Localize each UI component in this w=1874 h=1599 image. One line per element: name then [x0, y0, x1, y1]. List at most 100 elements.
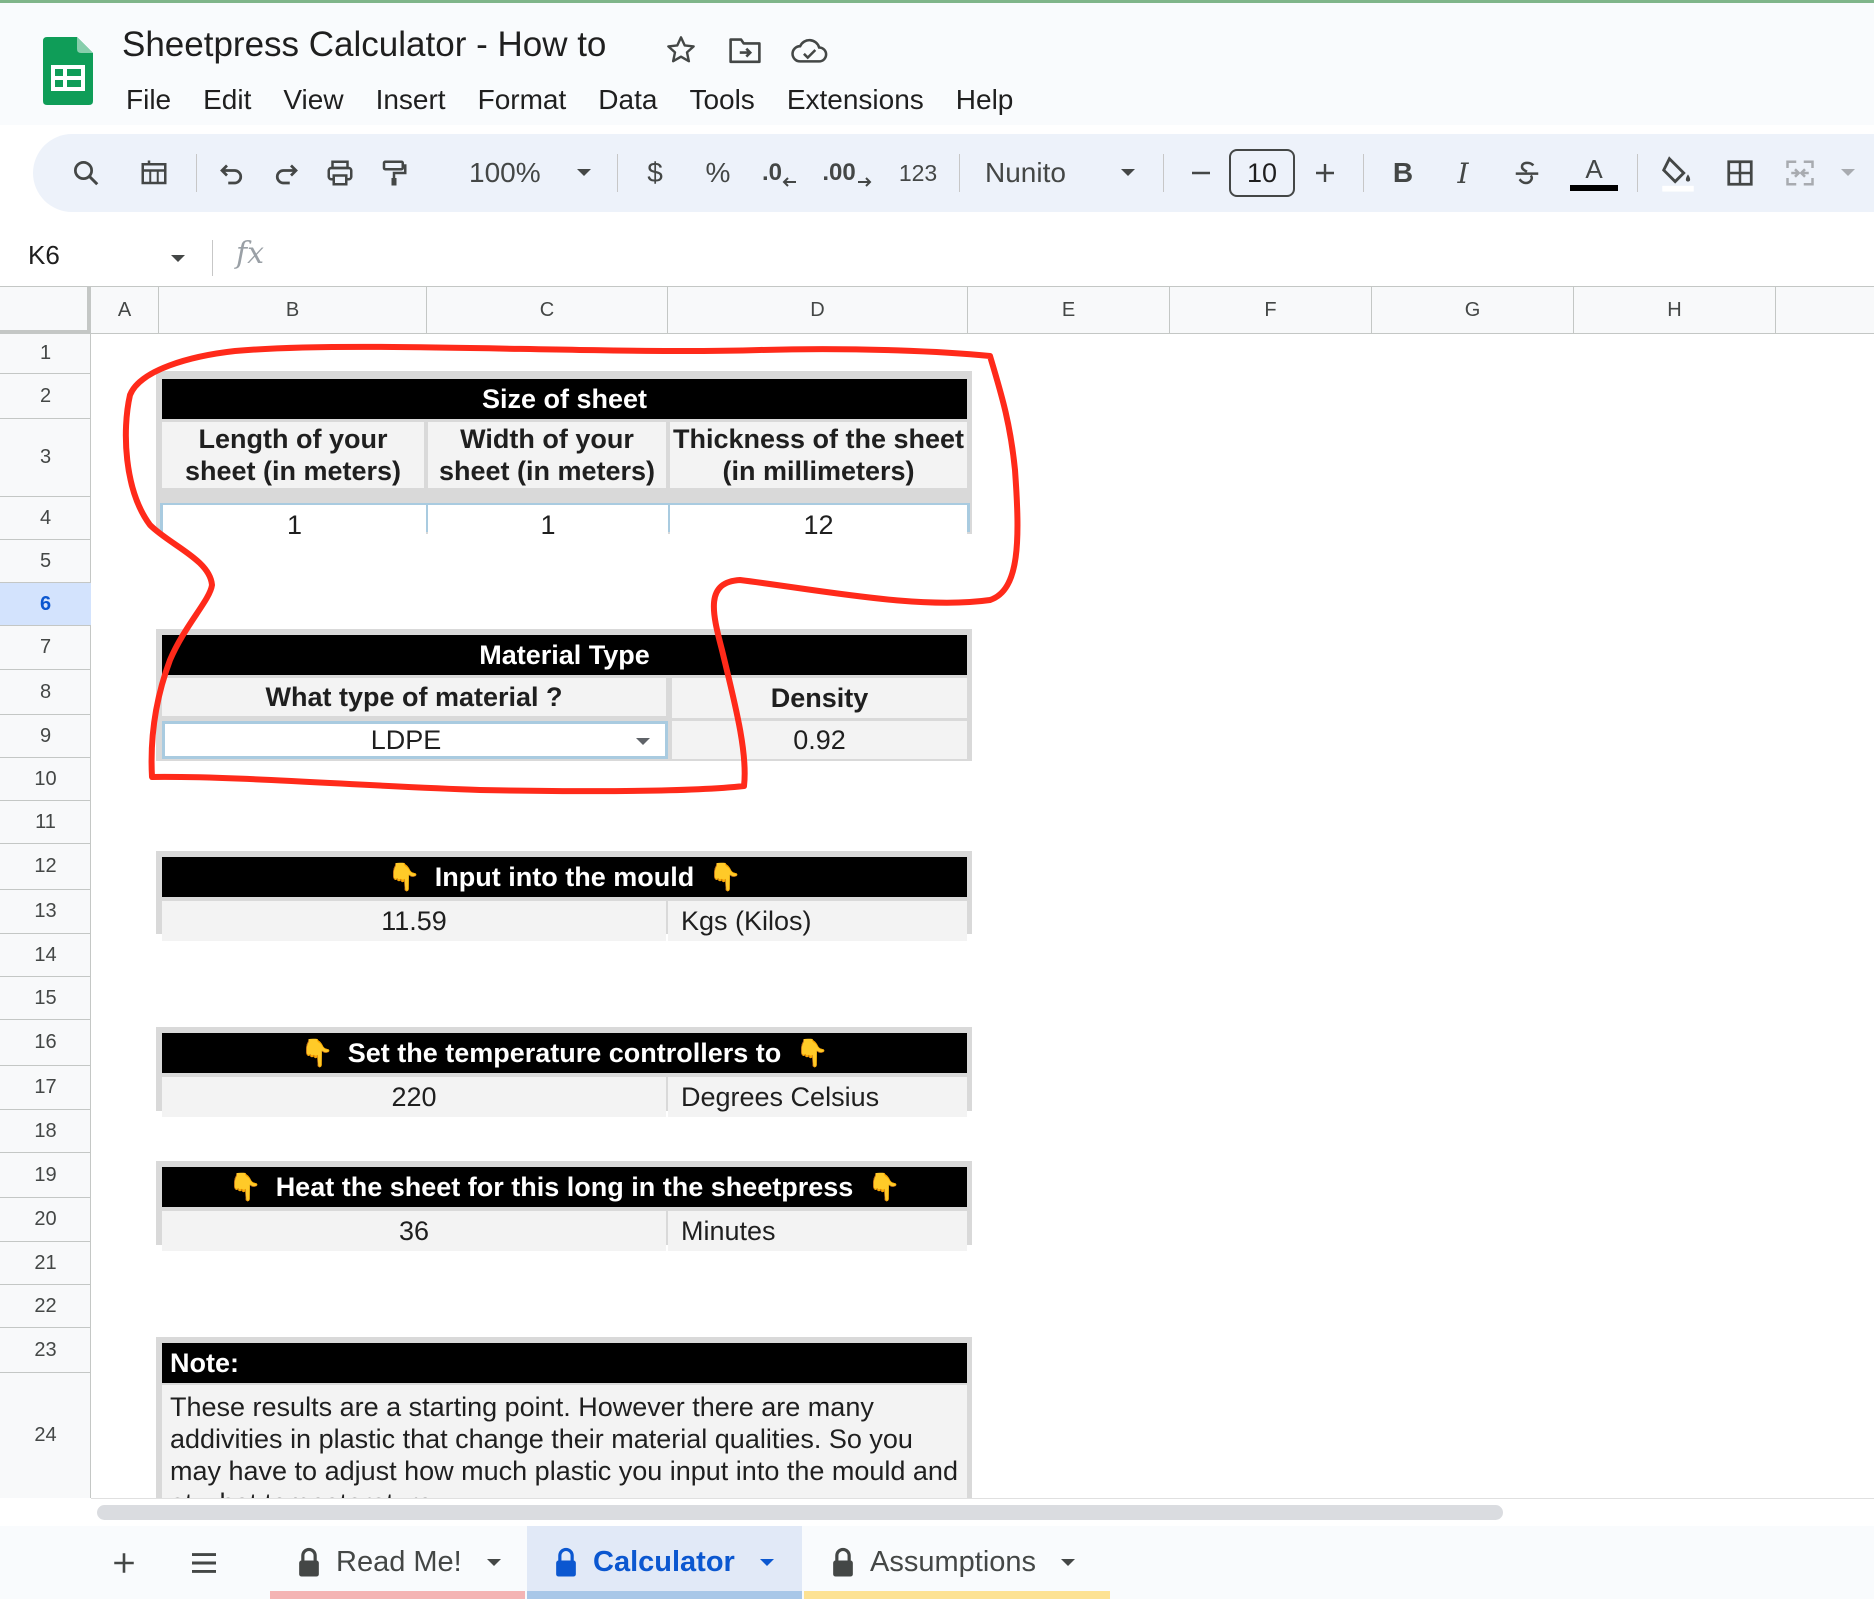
calendar-table-icon[interactable]	[131, 148, 177, 198]
zoom-chevron-down-icon[interactable]	[569, 148, 599, 198]
increase-font-size-icon[interactable]	[1305, 148, 1345, 198]
row-header[interactable]: 11	[0, 801, 91, 844]
row-header[interactable]: 8	[0, 670, 91, 715]
material-question[interactable]: What type of material ?	[162, 678, 666, 716]
horizontal-scrollbar[interactable]	[91, 1498, 1874, 1526]
text-color-button[interactable]: A	[1569, 148, 1619, 198]
fill-color-icon[interactable]	[1653, 148, 1703, 198]
all-sheets-menu-icon[interactable]	[184, 1526, 224, 1599]
row-header[interactable]: 16	[0, 1020, 91, 1066]
italic-button[interactable]: I	[1443, 148, 1483, 198]
row-header[interactable]: 4	[0, 497, 91, 540]
column-header-e[interactable]: E	[968, 287, 1170, 334]
sheet-tab-read-me[interactable]: Read Me!	[270, 1526, 525, 1599]
heat-value[interactable]: 36	[162, 1211, 666, 1251]
thickness-label[interactable]: Thickness of the sheet (in millimeters)	[670, 422, 967, 488]
row-header[interactable]: 15	[0, 977, 91, 1020]
decrease-font-size-icon[interactable]	[1181, 148, 1221, 198]
chevron-down-icon[interactable]	[486, 1558, 502, 1568]
width-input[interactable]: 1	[428, 505, 668, 545]
row-header[interactable]: 10	[0, 758, 91, 801]
undo-icon[interactable]	[209, 148, 255, 198]
row-header[interactable]: 2	[0, 374, 91, 419]
name-box[interactable]: K6	[28, 240, 60, 271]
merge-cells-icon[interactable]	[1775, 148, 1825, 198]
bold-button[interactable]: B	[1383, 148, 1423, 198]
column-header-a[interactable]: A	[91, 287, 159, 334]
merge-chevron-down-icon[interactable]	[1833, 148, 1863, 198]
currency-format-button[interactable]: $	[635, 148, 675, 198]
row-header[interactable]: 5	[0, 540, 91, 583]
density-value[interactable]: 0.92	[672, 721, 967, 759]
menu-insert[interactable]: Insert	[360, 79, 462, 121]
strikethrough-icon[interactable]	[1507, 148, 1547, 198]
star-icon[interactable]	[662, 31, 700, 69]
menu-view[interactable]: View	[267, 79, 359, 121]
column-header-c[interactable]: C	[427, 287, 668, 334]
menu-extensions[interactable]: Extensions	[771, 79, 940, 121]
length-label[interactable]: Length of your sheet (in meters)	[162, 422, 424, 488]
select-all-corner[interactable]	[0, 287, 91, 334]
search-menus-icon[interactable]	[63, 148, 109, 198]
temperature-value[interactable]: 220	[162, 1077, 666, 1117]
row-header[interactable]: 1	[0, 334, 91, 374]
row-header[interactable]: 3	[0, 419, 91, 497]
sheets-logo-icon[interactable]	[43, 37, 93, 105]
redo-icon[interactable]	[263, 148, 309, 198]
sheet-tab-assumptions[interactable]: Assumptions	[804, 1526, 1110, 1599]
menu-format[interactable]: Format	[462, 79, 583, 121]
menu-tools[interactable]: Tools	[673, 79, 770, 121]
material-chevron-down-icon[interactable]	[635, 737, 651, 747]
row-header[interactable]: 12	[0, 844, 91, 890]
column-header-h[interactable]: H	[1574, 287, 1776, 334]
row-header[interactable]: 14	[0, 934, 91, 977]
mould-value[interactable]: 11.59	[162, 901, 666, 941]
decrease-decimal-button[interactable]: .0	[755, 148, 805, 198]
menu-data[interactable]: Data	[582, 79, 673, 121]
percent-format-button[interactable]: %	[698, 148, 738, 198]
row-header[interactable]: 20	[0, 1198, 91, 1242]
row-header[interactable]: 9	[0, 715, 91, 758]
increase-decimal-button[interactable]: .00	[817, 148, 877, 198]
menu-file[interactable]: File	[110, 79, 187, 121]
row-header[interactable]: 22	[0, 1285, 91, 1328]
more-formats-button[interactable]: 123	[891, 148, 945, 198]
row-header[interactable]: 13	[0, 890, 91, 934]
density-label[interactable]: Density	[672, 678, 967, 718]
document-title[interactable]: Sheetpress Calculator - How to	[122, 25, 606, 65]
menu-help[interactable]: Help	[940, 79, 1030, 121]
heat-unit[interactable]: Minutes	[668, 1211, 967, 1251]
temperature-unit[interactable]: Degrees Celsius	[668, 1077, 967, 1117]
move-folder-icon[interactable]	[726, 31, 764, 69]
sheet-tab-calculator[interactable]: Calculator	[527, 1526, 802, 1599]
material-dropdown[interactable]: LDPE	[162, 721, 668, 759]
formula-input[interactable]	[290, 238, 1850, 278]
chevron-down-icon[interactable]	[759, 1558, 775, 1568]
row-header[interactable]: 7	[0, 626, 91, 670]
row-header[interactable]: 19	[0, 1153, 91, 1198]
add-sheet-icon[interactable]	[104, 1526, 144, 1599]
length-input[interactable]: 1	[163, 505, 426, 545]
paint-format-icon[interactable]	[371, 148, 417, 198]
mould-unit[interactable]: Kgs (Kilos)	[668, 901, 967, 941]
note-text[interactable]: These results are a starting point. Howe…	[162, 1385, 967, 1498]
column-header-d[interactable]: D	[668, 287, 968, 334]
font-select[interactable]: Nunito	[985, 148, 1125, 198]
cloud-saved-icon[interactable]	[790, 31, 828, 69]
row-header[interactable]: 17	[0, 1066, 91, 1110]
row-header[interactable]: 23	[0, 1328, 91, 1373]
row-header[interactable]: 18	[0, 1110, 91, 1153]
name-box-chevron-down-icon[interactable]	[170, 254, 186, 264]
column-header-g[interactable]: G	[1372, 287, 1574, 334]
print-icon[interactable]	[317, 148, 363, 198]
width-label[interactable]: Width of your sheet (in meters)	[428, 422, 666, 488]
borders-icon[interactable]	[1717, 148, 1763, 198]
chevron-down-icon[interactable]	[1060, 1558, 1076, 1568]
thickness-input[interactable]: 12	[670, 505, 967, 545]
column-header-b[interactable]: B	[159, 287, 427, 334]
font-size-input[interactable]: 10	[1229, 148, 1295, 198]
font-chevron-down-icon[interactable]	[1113, 148, 1143, 198]
horizontal-scrollbar-thumb[interactable]	[97, 1505, 1503, 1520]
menu-edit[interactable]: Edit	[187, 79, 267, 121]
zoom-select[interactable]: 100%	[469, 148, 549, 198]
